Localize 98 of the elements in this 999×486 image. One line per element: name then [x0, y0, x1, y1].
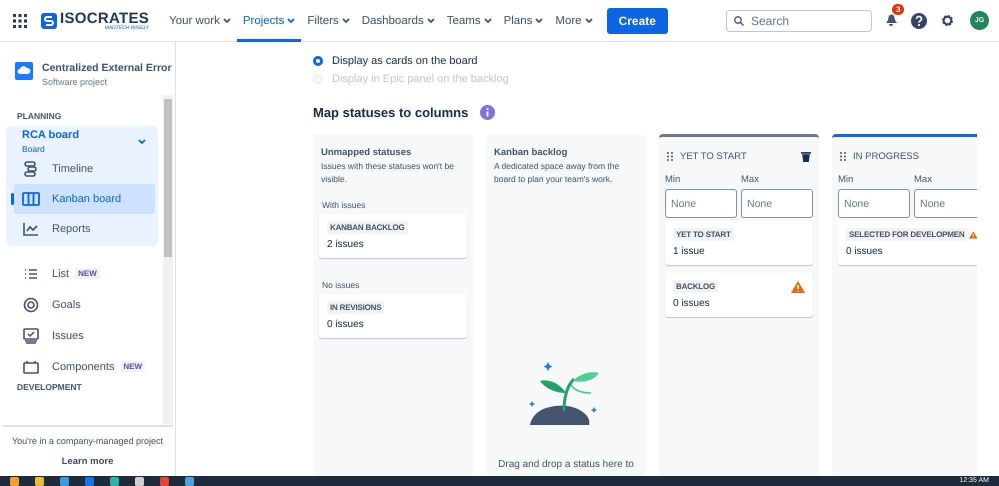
nav-tab[interactable]: Your work: [163, 0, 237, 42]
taskbar-app-icon[interactable]: [60, 476, 69, 486]
sidebar-item[interactable]: Kanban board: [14, 184, 155, 214]
status-lozenge: IN REVISIONS: [327, 300, 384, 314]
taskbar-app-icon[interactable]: [110, 476, 119, 486]
drop-hint: Drag and drop a status here to: [497, 459, 635, 470]
status-lozenge: BACKLOG: [673, 280, 718, 293]
nav-tab[interactable]: Filters: [301, 0, 356, 42]
column-title: IN PROGRESS: [853, 151, 920, 162]
chevron-down-icon: [342, 18, 350, 24]
column-title: YET TO START: [680, 151, 748, 162]
help-icon[interactable]: [911, 12, 927, 28]
sidebar-item[interactable]: Issues: [3, 320, 163, 351]
status-lozenge: KANBAN BACKLOG: [327, 220, 408, 234]
sidebar-item[interactable]: List NEW: [3, 258, 163, 289]
warning-icon: [791, 280, 805, 292]
selection-indicator: [11, 193, 14, 205]
issue-count: 1 issue: [673, 246, 706, 257]
chevron-down-icon: [484, 18, 492, 24]
section-title: DEVELOPMENT: [16, 382, 83, 394]
limit-field[interactable]: None: [838, 189, 910, 218]
taskbar-app-icon[interactable]: [10, 476, 19, 486]
issue-count: 0 issues: [673, 298, 711, 309]
trash-icon[interactable]: [801, 151, 811, 162]
drag-handle-icon[interactable]: [667, 152, 673, 161]
limit-field[interactable]: None: [741, 189, 813, 218]
nav-tab[interactable]: Teams: [440, 0, 498, 42]
notification-badge: 3: [892, 4, 904, 15]
settings-icon[interactable]: [940, 13, 955, 28]
chart-icon: [23, 222, 39, 236]
chevron-down-icon: [426, 18, 435, 24]
chevron-down-icon: [287, 18, 296, 24]
sidebar-item[interactable]: Components NEW: [3, 351, 163, 382]
project-name: Centralized External Error: [42, 62, 172, 74]
status-lozenge: SELECTED FOR DEVELOPMEN: [846, 228, 968, 241]
issue-count: 0 issues: [846, 246, 884, 257]
box-icon: [23, 360, 39, 374]
create-button[interactable]: Create: [606, 8, 668, 34]
scrollbar[interactable]: [163, 95, 173, 425]
limit-field[interactable]: None: [665, 189, 737, 218]
cloud-icon: [15, 62, 33, 80]
status-card[interactable]: KANBAN BACKLOG 2 issues: [319, 214, 467, 258]
column-title: Unmapped statuses: [320, 147, 412, 158]
chevron-down-icon: [535, 18, 544, 24]
logo-icon[interactable]: [41, 12, 57, 28]
issue-count: 2 issues: [327, 238, 365, 250]
monitor-check-icon: [23, 328, 39, 344]
chevron-down-icon: [138, 138, 146, 144]
new-badge: NEW: [120, 361, 146, 372]
column-description: A dedicated space away from the board to plan your team's work.: [493, 160, 620, 186]
chevron-down-icon: [584, 18, 593, 24]
search-icon: [734, 16, 744, 26]
section-heading: Map statuses to columns: [313, 105, 468, 120]
status-card[interactable]: BACKLOG 0 issues: [665, 273, 813, 317]
board-name[interactable]: RCA board: [22, 129, 80, 141]
status-lozenge: YET TO START: [673, 228, 734, 241]
sidebar-item[interactable]: Reports: [14, 214, 155, 244]
taskbar-app-icon[interactable]: [35, 476, 44, 486]
info-icon[interactable]: [480, 105, 496, 120]
status-card[interactable]: YET TO START 1 issue: [665, 221, 813, 265]
project-type: Software project: [42, 77, 108, 87]
warning-icon: [969, 228, 977, 240]
field-label: Max: [741, 174, 760, 185]
column-title: Kanban backlog: [493, 147, 568, 158]
learn-more-link[interactable]: Learn more: [62, 456, 114, 467]
nav-tab[interactable]: More: [549, 0, 599, 42]
bell-icon[interactable]: [884, 12, 898, 26]
group-label: With issues: [322, 200, 366, 210]
logo-wordmark: ISOCRATES: [60, 10, 150, 26]
sidebar-item[interactable]: Timeline: [14, 154, 155, 184]
board-type: Board: [22, 144, 46, 154]
nav-tab[interactable]: Plans: [498, 0, 550, 42]
sidebar-item[interactable]: Goals: [3, 289, 163, 320]
timeline-icon: [23, 161, 39, 177]
issue-count: 0 issues: [327, 318, 365, 330]
field-label: Min: [838, 174, 854, 185]
field-label: Max: [914, 174, 933, 185]
radio-option[interactable]: Display as cards on the board: [313, 52, 999, 70]
list-icon: [24, 268, 38, 280]
taskbar-app-icon[interactable]: [185, 476, 194, 486]
chevron-down-icon: [222, 18, 231, 24]
field-label: Min: [665, 174, 682, 185]
taskbar-app-icon[interactable]: [135, 476, 144, 486]
column-description: Issues with these statuses won't be visible.: [320, 160, 455, 186]
status-card[interactable]: IN REVISIONS 0 issues: [319, 294, 467, 338]
group-label: No issues: [322, 280, 360, 290]
section-title: PLANNING: [16, 111, 62, 123]
search-field[interactable]: Search: [726, 10, 872, 32]
target-icon: [23, 296, 39, 312]
limit-field[interactable]: None: [914, 189, 977, 218]
new-badge: NEW: [75, 268, 100, 279]
drag-handle-icon[interactable]: [840, 152, 846, 161]
status-card[interactable]: SELECTED FOR DEVELOPMEN 0 issues: [838, 221, 977, 265]
nav-tab[interactable]: Dashboards: [356, 0, 441, 42]
board-icon: [22, 192, 40, 206]
nav-tab[interactable]: Projects: [236, 0, 302, 42]
app-grid-icon[interactable]: [13, 14, 27, 28]
footer-text: You're in a company-managed project: [11, 436, 164, 446]
